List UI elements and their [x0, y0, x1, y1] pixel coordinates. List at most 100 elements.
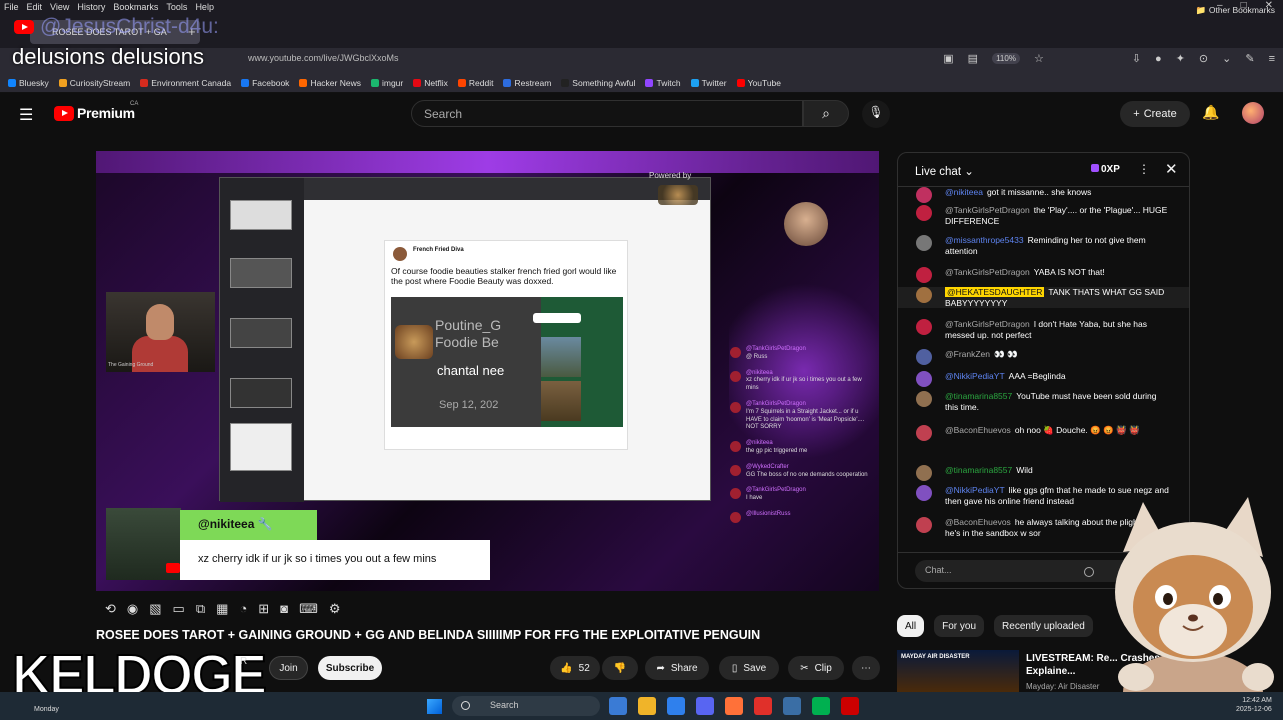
- search-input[interactable]: Search: [411, 100, 803, 127]
- live-chat-title[interactable]: Live chat ⌄: [915, 164, 974, 178]
- menu-help[interactable]: Help: [195, 2, 214, 12]
- account-icon[interactable]: ⊙: [1199, 52, 1208, 65]
- dislike-button[interactable]: 👎: [602, 656, 638, 680]
- chat-message[interactable]: @HEKATESDAUGHTER TANK THATS WHAT GG SAID …: [898, 287, 1189, 309]
- taskbar-app-icon[interactable]: [754, 697, 772, 715]
- bookmark-item[interactable]: Reddit: [457, 78, 493, 88]
- taskbar-app-icon[interactable]: [783, 697, 801, 715]
- theater-icon[interactable]: ▭: [173, 601, 185, 617]
- bookmark-item[interactable]: Hacker News: [299, 78, 361, 88]
- menu-edit[interactable]: Edit: [27, 2, 43, 12]
- chat-message[interactable]: @NikkiPediaYT AAA =Beglinda: [898, 371, 1189, 387]
- taskbar-search[interactable]: Search: [452, 696, 600, 716]
- menu-icon[interactable]: ☰: [19, 105, 33, 125]
- taskbar-app-icon[interactable]: [696, 697, 714, 715]
- pen-icon[interactable]: ✎: [1245, 52, 1254, 65]
- search-button[interactable]: ⌕: [803, 100, 849, 127]
- extension-cookie-icon[interactable]: ●: [1155, 53, 1162, 65]
- premium-logo[interactable]: Premium: [77, 105, 135, 121]
- expand-icon[interactable]: ⊞: [258, 601, 269, 617]
- bookmark-item[interactable]: Restream: [503, 78, 551, 88]
- reader-view-icon[interactable]: ▤: [968, 52, 978, 65]
- taskbar-app-icon[interactable]: [725, 697, 743, 715]
- join-button[interactable]: Join: [269, 656, 308, 680]
- bookmark-star-icon[interactable]: ☆: [1034, 52, 1044, 65]
- menu-history[interactable]: History: [77, 2, 105, 12]
- chat-message[interactable]: @TankGirlsPetDragon the 'Play'.... or the…: [898, 205, 1189, 226]
- bookmark-item[interactable]: Netflix: [413, 78, 448, 88]
- bookmark-item[interactable]: CuriosityStream: [58, 78, 130, 88]
- stream-chat-user: @TankGirlsPetDragon: [746, 400, 806, 407]
- screenshot-icon[interactable]: ▧: [149, 601, 161, 617]
- taskbar-app-icon[interactable]: [812, 697, 830, 715]
- bookmark-item[interactable]: Facebook: [241, 78, 289, 88]
- keyboard-icon[interactable]: ⌨: [299, 601, 318, 617]
- chat-message[interactable]: @nikiteea got it missanne.. she knows: [898, 187, 1189, 203]
- more-actions-button[interactable]: ⋯: [852, 656, 880, 680]
- zoom-level[interactable]: 110%: [992, 53, 1020, 64]
- screen-thumbnail: [230, 258, 292, 288]
- bookmark-item[interactable]: Twitter: [690, 78, 727, 88]
- taskbar-app-icon[interactable]: [667, 697, 685, 715]
- chat-message[interactable]: @TankGirlsPetDragon YABA IS NOT that!: [898, 267, 1189, 283]
- xp-badge[interactable]: 0XP: [1091, 164, 1120, 175]
- speed-icon[interactable]: ◔: [239, 601, 247, 617]
- chat-message[interactable]: @TankGirlsPetDragon I don't Hate Yaba, bu…: [898, 319, 1189, 340]
- create-button[interactable]: + Create: [1120, 101, 1190, 127]
- chat-message[interactable]: @BaconEhuevos oh noo 🍓 Douche. 😡 😡 👹 👹: [898, 425, 1189, 441]
- bookmark-item[interactable]: Something Awful: [561, 78, 635, 88]
- save-button[interactable]: ▯ Save: [719, 656, 779, 680]
- recommendation-thumbnail[interactable]: MAYDAY AIR DISASTER: [897, 650, 1019, 692]
- taskbar-app-icon[interactable]: [638, 697, 656, 715]
- stream-chat-text: @ Russ: [746, 353, 768, 360]
- notifications-bell-icon[interactable]: 🔔: [1202, 104, 1219, 121]
- chat-message[interactable]: @tinamarina8557 YouTube must have been so…: [898, 391, 1189, 412]
- more-vertical-icon[interactable]: ⋮: [1138, 162, 1150, 176]
- app-menu-icon[interactable]: ≡: [1269, 53, 1275, 65]
- close-icon[interactable]: ✕: [1165, 160, 1178, 178]
- filter-for-you[interactable]: For you: [934, 615, 985, 637]
- chat-message[interactable]: @missanthrope5433 Reminding her to not gi…: [898, 235, 1189, 256]
- url-bar[interactable]: www.youtube.com/live/JWGbclXxoMs: [248, 53, 399, 63]
- audio-icon[interactable]: ◉: [127, 601, 138, 617]
- other-bookmarks[interactable]: 📁 Other Bookmarks: [1196, 5, 1275, 16]
- chat-message[interactable]: @tinamarina8557 Wild: [898, 465, 1189, 481]
- bookmark-item[interactable]: Twitch: [645, 78, 681, 88]
- plus-icon: +: [1133, 108, 1140, 120]
- menu-view[interactable]: View: [50, 2, 69, 12]
- taskbar-app-icon[interactable]: [841, 697, 859, 715]
- screen-document: French Fried Diva Of course foodie beaut…: [304, 200, 710, 500]
- camera-icon[interactable]: ◙: [280, 601, 288, 617]
- subscribe-button[interactable]: Subscribe: [318, 656, 382, 680]
- system-clock[interactable]: 12:42 AM 2025-12-06: [1236, 696, 1272, 714]
- filter-recently-uploaded[interactable]: Recently uploaded: [994, 615, 1093, 637]
- share-button[interactable]: ➦ Share: [645, 656, 709, 680]
- video-player[interactable]: French Fried Diva Of course foodie beaut…: [96, 151, 879, 591]
- bookmark-item[interactable]: Environment Canada: [140, 78, 231, 88]
- windows-start-icon[interactable]: [427, 699, 442, 714]
- voice-search-button[interactable]: 🎙: [862, 100, 890, 128]
- account-avatar[interactable]: [1242, 102, 1264, 124]
- menu-bookmarks[interactable]: Bookmarks: [113, 2, 158, 12]
- bookmark-item[interactable]: Bluesky: [8, 78, 49, 88]
- chevron-down-icon[interactable]: ⌄: [1222, 52, 1231, 65]
- weather-widget[interactable]: Monday: [34, 706, 59, 713]
- picture-in-picture-icon[interactable]: ▣: [943, 52, 953, 65]
- download-icon[interactable]: ⇩: [1132, 52, 1141, 65]
- taskbar-app-icon[interactable]: [609, 697, 627, 715]
- chat-message[interactable]: @FrankZen 👀 👀: [898, 349, 1189, 365]
- settings-gear-icon[interactable]: ⚙: [329, 601, 341, 617]
- clip-button[interactable]: ✂ Clip: [788, 656, 844, 680]
- extensions-icon[interactable]: ✦: [1176, 52, 1185, 65]
- bookmark-item[interactable]: imgur: [370, 78, 403, 88]
- emoji-icon[interactable]: [1084, 567, 1094, 577]
- miniplayer-icon[interactable]: ▦: [216, 601, 228, 617]
- youtube-logo-icon[interactable]: [54, 106, 74, 121]
- bookmark-item[interactable]: YouTube: [736, 78, 781, 88]
- like-button[interactable]: 👍 52: [550, 656, 600, 680]
- filter-all[interactable]: All: [897, 615, 925, 637]
- menu-file[interactable]: File: [4, 2, 19, 12]
- loop-icon[interactable]: ⟲: [105, 601, 116, 617]
- menu-tools[interactable]: Tools: [166, 2, 187, 12]
- popout-icon[interactable]: ⧉: [196, 601, 205, 617]
